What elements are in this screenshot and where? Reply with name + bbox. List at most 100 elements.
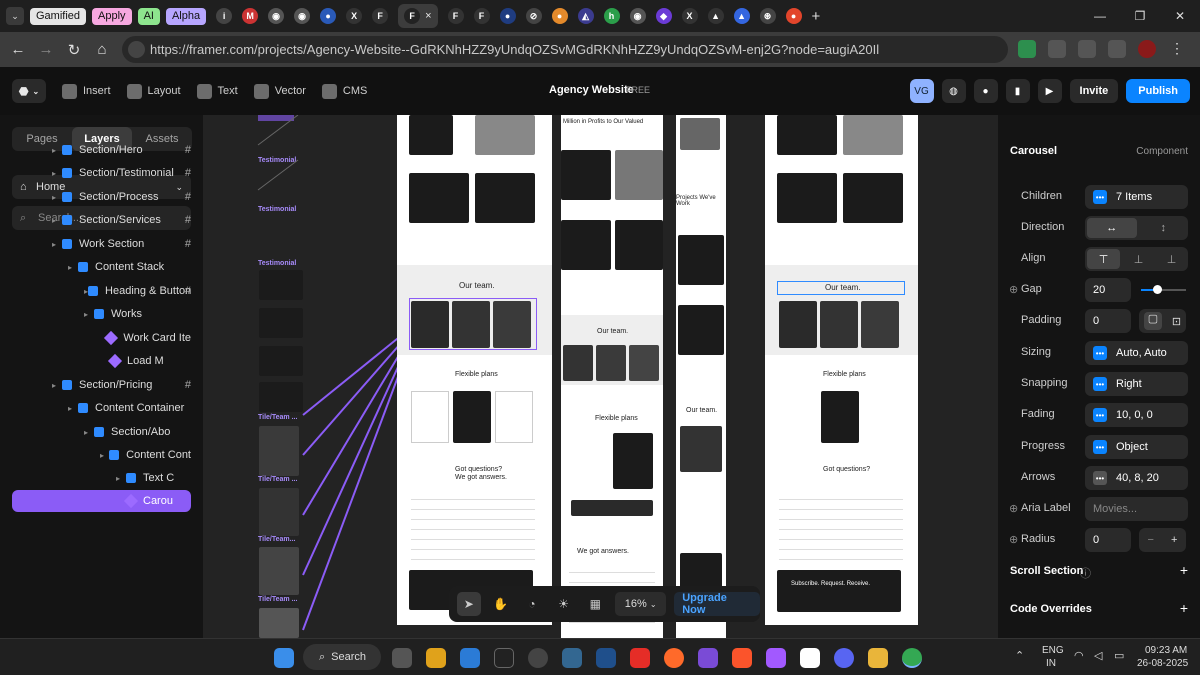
upgrade-button[interactable]: Upgrade Now: [674, 592, 760, 616]
app-icon[interactable]: [528, 648, 548, 668]
x-icon[interactable]: X: [681, 8, 698, 24]
profile-avatar[interactable]: [1138, 40, 1156, 58]
expand-caret-icon[interactable]: ▸: [52, 381, 62, 390]
layer-row[interactable]: ▸ Works: [84, 303, 191, 325]
bookmark-gamified[interactable]: Gamified: [30, 7, 87, 25]
file-explorer-icon[interactable]: [868, 648, 888, 668]
padding-individual-icon[interactable]: ⊡: [1172, 315, 1181, 328]
add-code-override-icon[interactable]: +: [1180, 600, 1188, 616]
expand-caret-icon[interactable]: ▸: [52, 216, 62, 225]
variable-icon[interactable]: •••: [1093, 377, 1107, 391]
github-icon[interactable]: ◉: [294, 8, 311, 24]
app-icon[interactable]: [426, 648, 446, 668]
clock-time[interactable]: 09:23 AM: [1145, 645, 1187, 656]
variable-icon[interactable]: •••: [1093, 408, 1107, 422]
active-tab[interactable]: F ×: [398, 4, 438, 28]
bookmark-alpha[interactable]: Alpha: [165, 7, 207, 25]
vector-button[interactable]: Vector: [253, 83, 306, 99]
select-tool-icon[interactable]: ➤: [457, 592, 481, 616]
faq-list[interactable]: [411, 490, 535, 560]
prop-progress-field[interactable]: ••• Object: [1085, 435, 1188, 459]
section-title[interactable]: Got questions?: [823, 466, 870, 473]
insert-button[interactable]: Insert: [62, 83, 111, 99]
variable-icon[interactable]: ⊕: [1009, 283, 1018, 296]
app-icon[interactable]: [392, 648, 412, 668]
app-icon[interactable]: [494, 648, 514, 668]
horizontal-icon[interactable]: ↔: [1087, 218, 1137, 238]
layer-row[interactable]: ▸ Content Cont: [100, 444, 191, 466]
pricing-card[interactable]: [453, 391, 491, 443]
team-photo[interactable]: [493, 301, 531, 348]
region[interactable]: IN: [1046, 658, 1056, 669]
browser-menu-icon[interactable]: ⋮: [1168, 40, 1186, 58]
variable-icon[interactable]: •••: [1093, 471, 1107, 485]
pricing-card[interactable]: [495, 391, 533, 443]
analytics-icon[interactable]: ▮: [1005, 79, 1030, 103]
section-title[interactable]: Our team.: [597, 328, 628, 335]
framer-icon[interactable]: F: [372, 8, 389, 24]
mobile-frame[interactable]: Projects We've Work Our team.: [676, 115, 726, 638]
zoom-level[interactable]: 16% ⌄: [615, 592, 667, 616]
team-photo[interactable]: [596, 345, 626, 381]
expand-caret-icon[interactable]: ▸: [52, 169, 62, 178]
site-icon[interactable]: ▲: [707, 8, 724, 24]
team-photo[interactable]: [629, 345, 659, 381]
team-photo[interactable]: [411, 301, 449, 348]
taskbar-search[interactable]: ⌕ Search: [303, 644, 381, 670]
layer-row[interactable]: ▸ Text C: [116, 467, 191, 489]
gmail-icon[interactable]: M: [242, 8, 259, 24]
new-tab-icon[interactable]: +: [812, 8, 821, 25]
framer-icon[interactable]: F: [447, 8, 464, 24]
invite-button[interactable]: Invite: [1069, 79, 1119, 103]
url-field[interactable]: https://framer.com/projects/Agency-Websi…: [122, 36, 1008, 63]
notion-icon[interactable]: [800, 648, 820, 668]
vscode-icon[interactable]: [460, 648, 480, 668]
windows-start-icon[interactable]: [274, 648, 294, 668]
grid-icon[interactable]: ▦: [583, 592, 607, 616]
chrome-icon[interactable]: [902, 648, 922, 668]
site-icon[interactable]: ▲: [733, 8, 750, 24]
document-title[interactable]: Agency Website: [549, 84, 634, 96]
work-card-image[interactable]: [615, 150, 663, 200]
prop-snapping-field[interactable]: ••• Right: [1085, 372, 1188, 396]
play-icon[interactable]: ▶: [1037, 79, 1062, 103]
theme-toggle-icon[interactable]: ☀: [552, 592, 576, 616]
github-icon[interactable]: ◉: [268, 8, 285, 24]
section-title[interactable]: Got questions?: [455, 466, 502, 473]
figma-icon[interactable]: [766, 648, 786, 668]
work-card-image[interactable]: [843, 115, 903, 155]
restore-icon[interactable]: ❐: [1120, 9, 1160, 23]
extension-icon[interactable]: [1018, 40, 1036, 58]
extension-icon[interactable]: [1048, 40, 1066, 58]
site-icon[interactable]: ●: [551, 8, 568, 24]
work-card-image[interactable]: [561, 220, 611, 270]
forward-icon[interactable]: →: [32, 41, 60, 58]
reload-icon[interactable]: ↻: [60, 41, 88, 59]
globe-icon[interactable]: ◍: [941, 79, 966, 103]
section-title[interactable]: Our team.: [825, 283, 861, 292]
align-center-icon[interactable]: ⊥: [1122, 253, 1155, 266]
section-title[interactable]: Flexible plans: [455, 371, 498, 378]
work-card-image[interactable]: [777, 173, 837, 223]
site-icon[interactable]: ⊛: [759, 8, 776, 24]
cms-button[interactable]: CMS: [321, 83, 367, 99]
expand-caret-icon[interactable]: ▸: [84, 428, 94, 437]
work-card-image[interactable]: [615, 220, 663, 270]
team-photo[interactable]: [861, 301, 899, 348]
site-icon[interactable]: ◆: [655, 8, 672, 24]
info-icon[interactable]: i: [216, 8, 233, 24]
canvas[interactable]: Testimonial Testimonial Testimonial Tile…: [203, 115, 998, 638]
prop-children-field[interactable]: ••• 7 Items: [1085, 185, 1188, 209]
battery-icon[interactable]: ▭: [1114, 649, 1124, 662]
prop-arrows-field[interactable]: ••• 40, 8, 20: [1085, 466, 1188, 490]
pricing-card[interactable]: [571, 500, 653, 516]
link-icon[interactable]: ⊘: [525, 8, 542, 24]
layer-row[interactable]: ▸ Section/Process #: [52, 186, 191, 208]
site-icon[interactable]: ◭: [577, 8, 594, 24]
variable-icon[interactable]: ⊕: [1009, 502, 1018, 515]
close-window-icon[interactable]: ✕: [1160, 9, 1200, 23]
desktop-frame[interactable]: Our team. Flexible plans Got questions? …: [397, 115, 552, 625]
vertical-icon[interactable]: ↕: [1139, 222, 1189, 234]
layer-row[interactable]: Carou: [12, 490, 191, 512]
app-icon[interactable]: [698, 648, 718, 668]
